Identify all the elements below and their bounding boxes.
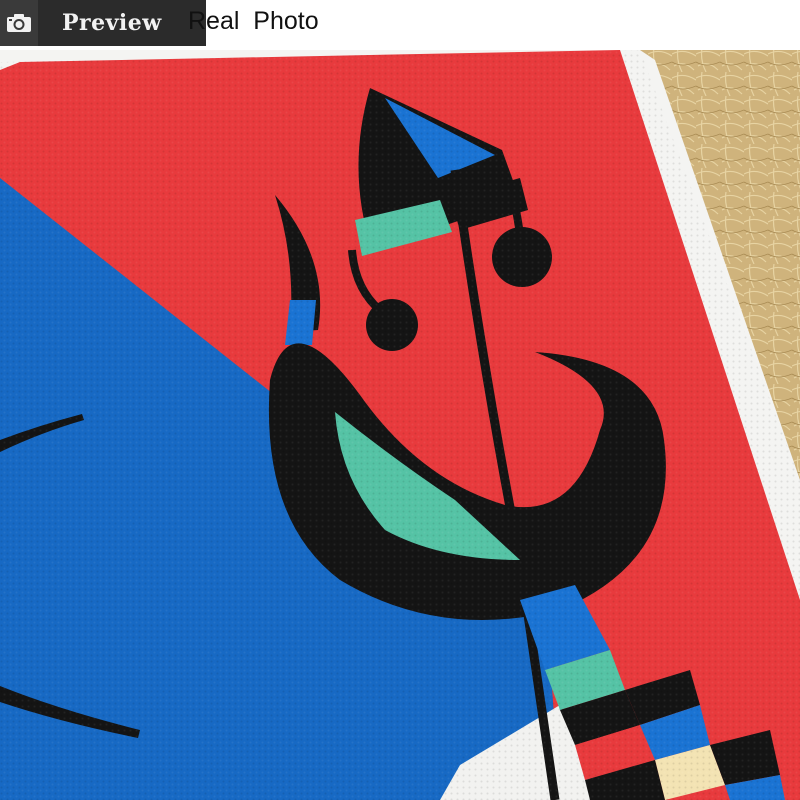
painting-image xyxy=(0,50,800,800)
product-photo xyxy=(0,50,800,800)
preview-label: Preview xyxy=(62,10,162,36)
camera-icon xyxy=(0,0,38,46)
preview-badge: Preview xyxy=(0,0,206,46)
header-bar: Preview Real Photo xyxy=(0,0,800,50)
real-photo-label: Real Photo xyxy=(188,7,319,35)
